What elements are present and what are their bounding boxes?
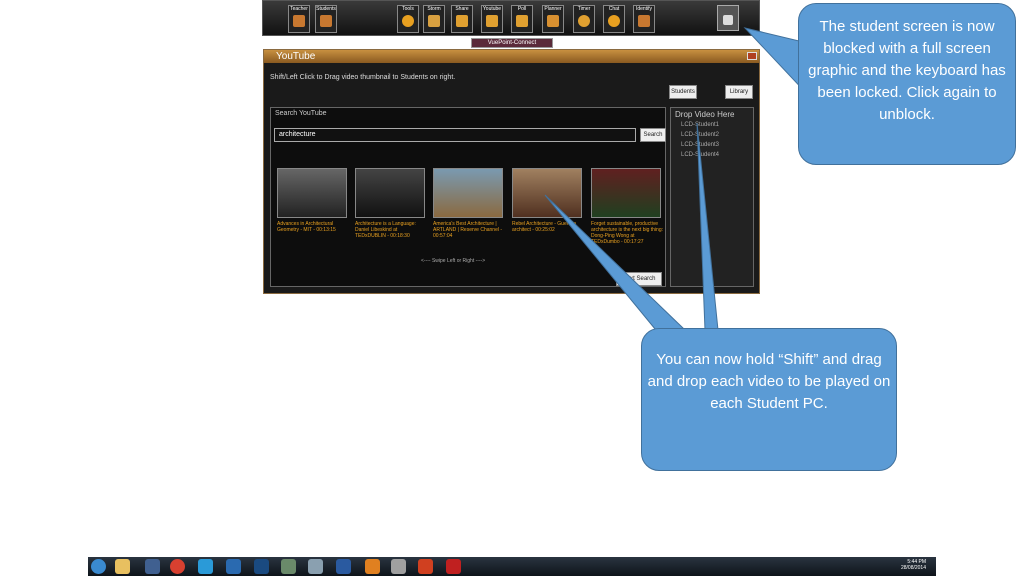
- photoshop-icon[interactable]: [254, 559, 269, 574]
- word-icon[interactable]: [336, 559, 351, 574]
- callout-shift-drag: You can now hold “Shift” and drag and dr…: [641, 328, 897, 471]
- media-player-icon[interactable]: [145, 559, 160, 574]
- outlook-icon[interactable]: [226, 559, 241, 574]
- clock-date: 28/08/2014: [900, 565, 926, 571]
- blender-icon[interactable]: [365, 559, 380, 574]
- callout-pointer-thumbnail: [544, 194, 687, 336]
- acrobat-icon[interactable]: [446, 559, 461, 574]
- powerpoint-icon[interactable]: [418, 559, 433, 574]
- skype-icon[interactable]: [198, 559, 213, 574]
- chrome-icon[interactable]: [170, 559, 185, 574]
- taskbar: 5:44 PM 28/08/2014: [88, 557, 936, 576]
- app-icon[interactable]: [281, 559, 296, 574]
- system-clock[interactable]: 5:44 PM 28/08/2014: [901, 559, 926, 571]
- app-icon[interactable]: [308, 559, 323, 574]
- callout-blocked: The student screen is now blocked with a…: [798, 3, 1016, 165]
- file-explorer-icon[interactable]: [115, 559, 130, 574]
- app-icon[interactable]: [391, 559, 406, 574]
- windows-start-icon[interactable]: [91, 559, 106, 574]
- callout-pointer-students: [696, 122, 719, 331]
